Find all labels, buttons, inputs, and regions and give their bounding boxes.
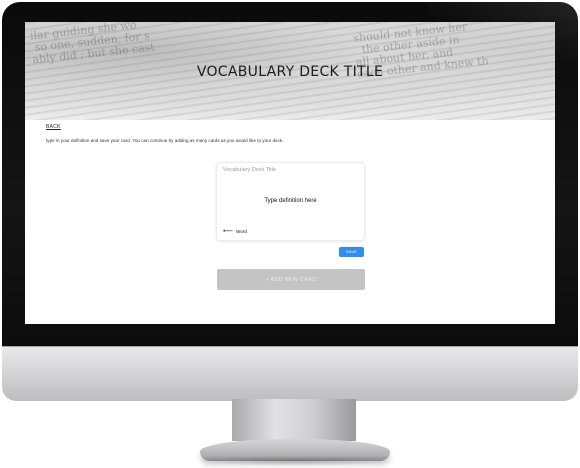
hero-banner: ilar guiding she wo so one, sudden, for … [25, 22, 555, 120]
add-new-card-button[interactable]: + ADD NEW CARD [217, 269, 365, 290]
card-deck-title: Vocabulary Deck Title [223, 167, 276, 173]
back-link[interactable]: BACK [46, 124, 61, 130]
hero-background-texture: ilar guiding she wo so one, sudden, for … [29, 22, 156, 67]
stand-shadow [190, 456, 400, 466]
instructions-text: type in your definition and save your ca… [46, 138, 284, 143]
save-button[interactable]: SAVE [339, 247, 364, 257]
page-title: VOCABULARY DECK TITLE [196, 64, 384, 80]
monitor-stand [232, 399, 356, 441]
card-word-row: ⟵ Word [223, 228, 247, 235]
definition-input[interactable]: Type definition here [217, 198, 364, 204]
screen: ilar guiding she wo so one, sudden, for … [25, 22, 555, 324]
arrow-left-icon: ⟵ [223, 228, 234, 235]
monitor-chin [2, 346, 578, 401]
word-label: Word [236, 229, 247, 234]
vocab-card[interactable]: Vocabulary Deck Title Type definition he… [217, 163, 364, 240]
